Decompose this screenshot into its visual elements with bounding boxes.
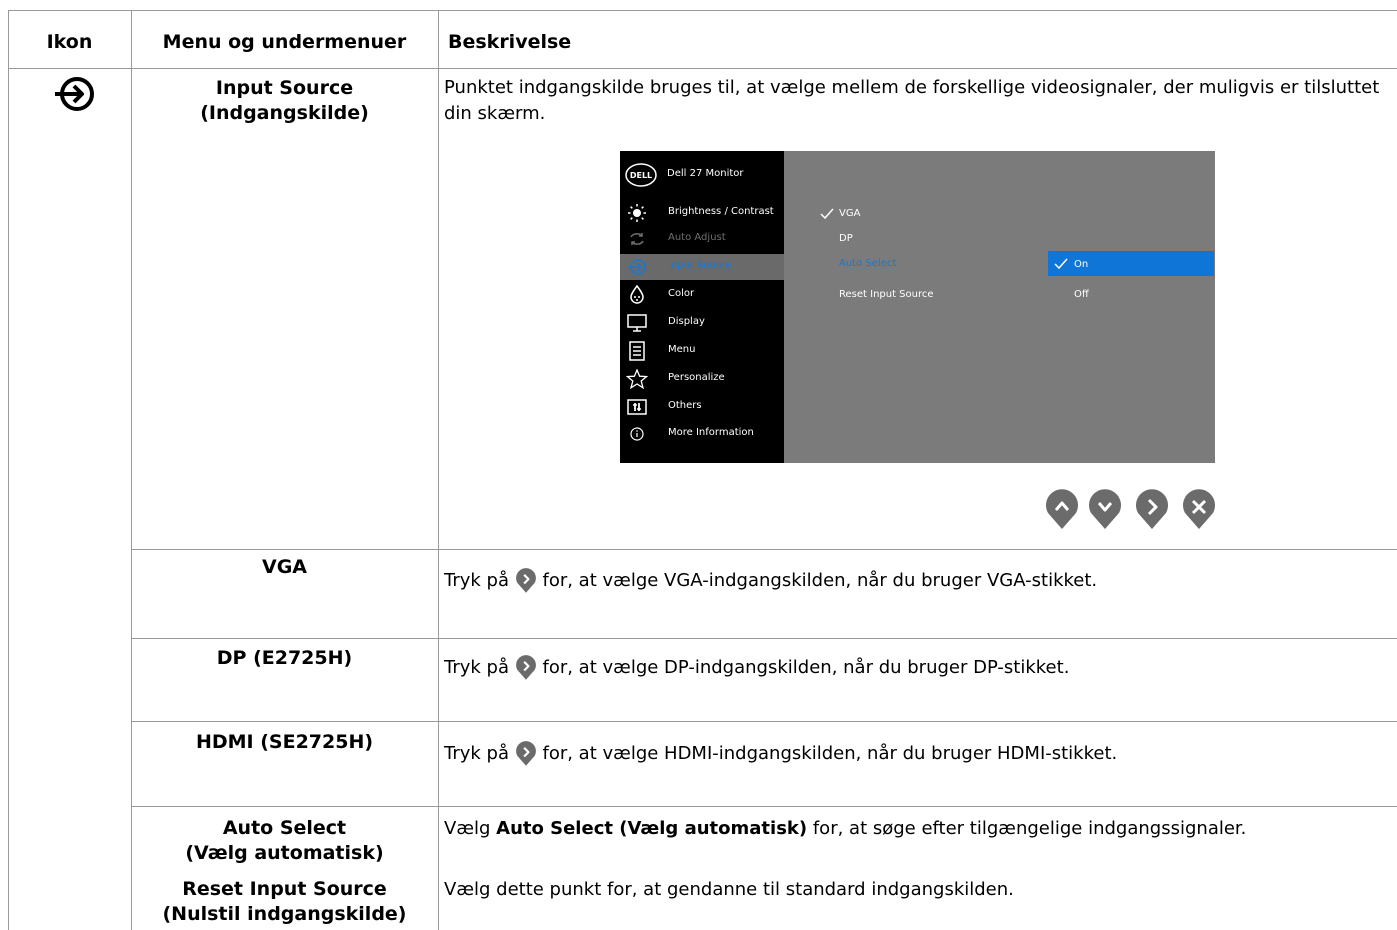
up-icon[interactable] — [1045, 489, 1079, 531]
menu-vga: VGA — [261, 556, 307, 578]
osd-label-others: Others — [668, 400, 702, 411]
info-icon — [630, 427, 644, 441]
osd-sub-vga[interactable]: VGA — [839, 208, 860, 219]
osd-option-off[interactable]: Off — [1074, 289, 1089, 300]
menu-auto-select-line1: Auto Select — [222, 817, 347, 839]
menu-auto-select: Auto Select (Vælg automatisk) — [131, 816, 438, 866]
auto-select-desc-pre: Vælg — [444, 818, 491, 839]
menu-icon — [629, 341, 645, 361]
header-menu: Menu og undermenuer — [162, 31, 407, 53]
down-icon[interactable] — [1088, 489, 1122, 531]
menu-auto-select-line2: (Vælg automatisk) — [185, 842, 384, 864]
osd-label-personalize: Personalize — [668, 372, 725, 383]
osd-sub-reset-input-source[interactable]: Reset Input Source — [839, 289, 934, 300]
menu-reset-line1: Reset Input Source — [182, 878, 387, 900]
menu-input-source-line1: Input Source — [215, 77, 354, 99]
display-icon — [627, 314, 647, 332]
osd-item-menu[interactable]: Menu — [620, 338, 784, 364]
osd-label-auto-adjust: Auto Adjust — [668, 232, 726, 243]
osd-item-more-information[interactable]: More Information — [620, 421, 784, 447]
osd-item-input-source[interactable]: Input Source — [620, 254, 784, 280]
osd-item-brightness[interactable]: Brightness / Contrast — [620, 200, 784, 226]
auto-adjust-icon — [630, 233, 644, 245]
auto-select-description: Vælg Auto Select (Vælg automatisk) for, … — [444, 816, 1246, 842]
menu-dp: DP (E2725H) — [216, 647, 353, 669]
osd-label-more-information: More Information — [668, 427, 754, 438]
check-icon — [1054, 258, 1068, 270]
others-icon — [627, 399, 647, 415]
osd-label-display: Display — [668, 316, 705, 327]
svg-text:DELL: DELL — [630, 171, 652, 180]
osd-item-others[interactable]: Others — [620, 394, 784, 420]
input-source-icon — [52, 75, 100, 117]
header-icon: Ikon — [46, 31, 93, 53]
osd-label-input-source: Input Source — [668, 260, 732, 271]
vga-desc-pre: Tryk på — [444, 570, 510, 591]
osd-option-on[interactable]: On — [1048, 251, 1214, 276]
osd-item-personalize[interactable]: Personalize — [620, 366, 784, 392]
dp-desc-post: for, at vælge DP-indgangskilden, når du … — [542, 657, 1070, 678]
input-source-description: Punktet indgangskilde bruges til, at væl… — [444, 77, 1380, 124]
reset-input-source-description: Vælg dette punkt for, at gendanne til st… — [444, 879, 1014, 900]
dell-logo-icon: DELL — [625, 163, 657, 191]
dp-desc-pre: Tryk på — [444, 657, 510, 678]
brightness-icon — [628, 204, 646, 222]
osd-sub-auto-select[interactable]: Auto Select — [839, 258, 896, 269]
auto-select-desc-bold: Auto Select (Vælg automatisk) — [496, 818, 808, 839]
right-icon — [515, 741, 536, 766]
menu-reset-input-source: Reset Input Source (Nulstil indgangskild… — [131, 877, 438, 927]
osd-label-brightness: Brightness / Contrast — [668, 206, 774, 217]
osd-label-menu: Menu — [668, 344, 696, 355]
osd-item-display[interactable]: Display — [620, 310, 784, 336]
input-source-icon — [628, 259, 646, 275]
right-icon — [515, 568, 536, 593]
vga-description: Tryk på for, at vælge VGA-indgangskilden… — [444, 568, 1097, 594]
check-icon — [820, 208, 834, 220]
auto-select-desc-post: for, at søge efter tilgængelige indgangs… — [812, 818, 1247, 839]
vga-desc-post: for, at vælge VGA-indgangskilden, når du… — [542, 570, 1098, 591]
osd-screenshot: DELL Dell 27 Monitor Brightness / Contra… — [620, 151, 1215, 463]
star-icon — [626, 369, 648, 389]
header-description: Beskrivelse — [448, 31, 572, 53]
osd-label-color: Color — [668, 288, 695, 299]
osd-sidebar: DELL Dell 27 Monitor Brightness / Contra… — [620, 151, 784, 463]
menu-input-source: Input Source (Indgangskilde) — [131, 76, 438, 126]
hdmi-desc-post: for, at vælge HDMI-indgangskilden, når d… — [542, 743, 1118, 764]
menu-hdmi: HDMI (SE2725H) — [195, 731, 374, 753]
osd-title: Dell 27 Monitor — [667, 168, 744, 179]
osd-item-color[interactable]: Color — [620, 282, 784, 308]
osd-sub-dp[interactable]: DP — [839, 233, 853, 244]
close-icon[interactable] — [1182, 489, 1216, 531]
hdmi-description: Tryk på for, at vælge HDMI-indgangskilde… — [444, 741, 1117, 767]
dp-description: Tryk på for, at vælge DP-indgangskilden,… — [444, 655, 1069, 681]
osd-item-auto-adjust[interactable]: Auto Adjust — [620, 226, 784, 252]
color-icon — [630, 285, 644, 304]
menu-input-source-line2: (Indgangskilde) — [200, 102, 369, 124]
menu-reset-line2: (Nulstil indgangskilde) — [162, 903, 407, 925]
hdmi-desc-pre: Tryk på — [444, 743, 510, 764]
osd-option-on-label: On — [1074, 259, 1089, 270]
right-icon[interactable] — [1135, 489, 1169, 531]
right-icon — [515, 655, 536, 680]
